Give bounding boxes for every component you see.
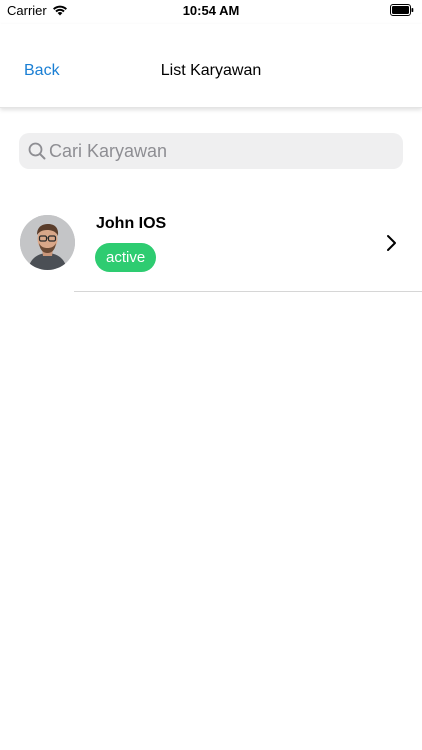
divider <box>74 291 422 292</box>
search-icon <box>28 142 46 160</box>
list-item[interactable]: John IOS active <box>0 190 422 292</box>
avatar-photo <box>20 215 75 270</box>
navigation-bar: Back List Karyawan <box>0 24 422 108</box>
avatar <box>20 215 75 270</box>
chevron-right-icon[interactable] <box>386 234 398 252</box>
clock: 10:54 AM <box>182 3 240 18</box>
battery-icon <box>390 4 414 16</box>
employee-name: John IOS <box>96 215 167 232</box>
status-badge: active <box>95 243 157 272</box>
page-title: List Karyawan <box>160 62 262 79</box>
search-bar[interactable] <box>19 133 403 169</box>
search-input[interactable] <box>49 133 389 169</box>
status-bar: Carrier 10:54 AM <box>0 0 422 24</box>
